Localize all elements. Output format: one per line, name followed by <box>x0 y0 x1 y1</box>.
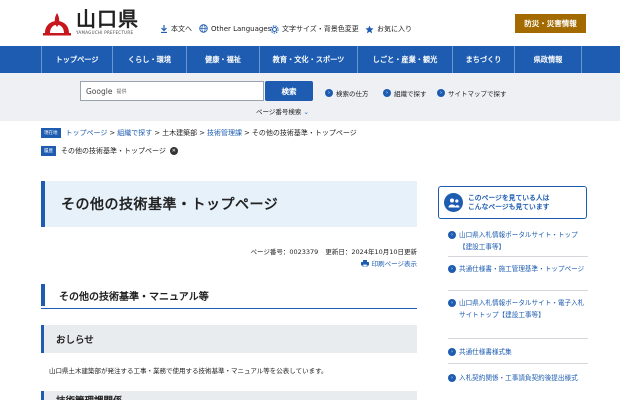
related-page-link[interactable]: 共通仕様書・施工管理基準・トップページ <box>459 263 584 275</box>
related-page-link[interactable]: 山口県入札情報ポータルサイト・電子入札サイトトップ【建設工事等】 <box>459 297 588 321</box>
breadcrumb-separator: > <box>199 129 205 137</box>
favorites-label: お気に入り <box>377 25 412 33</box>
gnav-item-health[interactable]: 健康・福祉 <box>187 46 260 73</box>
breadcrumb-separator: > <box>109 129 116 137</box>
arrow-right-icon: › <box>448 348 456 356</box>
related-page-item[interactable]: › 入札契約関係・工事請負契約後提出様式 <box>448 372 588 384</box>
arrow-right-icon: › <box>325 89 333 97</box>
updated-date: 更新日：2024年10月10日更新 <box>325 248 417 256</box>
text-size-background-link[interactable]: 文字サイズ・背景色変更 <box>270 24 359 34</box>
gnav-item-top[interactable]: トップページ <box>41 46 113 73</box>
print-view-label: 印刷ページ表示 <box>371 260 417 268</box>
technical-management-heading: 技術管理課関係 <box>41 391 417 400</box>
related-page-item[interactable]: › 共通仕様書・施工管理基準・トップページ <box>448 263 588 275</box>
people-icon <box>444 193 463 212</box>
section-heading: その他の技術基準・マニュアル等 <box>41 284 417 306</box>
arrow-right-icon: › <box>448 231 456 239</box>
search-by-sitemap-label: サイトマップで探す <box>448 90 507 98</box>
breadcrumb-separator: > <box>154 129 161 137</box>
notice-heading: おしらせ <box>41 325 417 353</box>
search-help-link[interactable]: › 検索の仕方 <box>325 88 369 98</box>
breadcrumb-item-top[interactable]: トップページ <box>66 128 108 138</box>
gear-icon <box>270 24 279 34</box>
search-brand: Google <box>86 86 113 96</box>
favorites-link[interactable]: お気に入り <box>365 24 412 34</box>
related-page-item[interactable]: › 共通仕様書様式集 <box>448 346 588 358</box>
page-number-search-label: ページ番号検索 <box>256 108 302 116</box>
search-by-sitemap-link[interactable]: › サイトマップで探す <box>437 88 507 98</box>
gnav-item-government[interactable]: 県政情報 <box>515 46 582 73</box>
related-page-link[interactable]: 山口県入札情報ポータルサイト・トップ【建設工事等】 <box>459 229 588 253</box>
page-meta: ページ番号：0023379 更新日：2024年10月10日更新 <box>251 246 418 256</box>
breadcrumb-item-organization[interactable]: 組織で探す <box>117 128 152 138</box>
other-languages-label: Other Languages <box>211 24 272 33</box>
related-page-link[interactable]: 共通仕様書様式集 <box>459 346 512 358</box>
sidebar-divider <box>448 363 588 364</box>
sidebar-divider <box>448 338 588 339</box>
prefecture-emblem-icon <box>43 13 71 36</box>
globe-icon <box>199 24 208 33</box>
page-title: その他の技術基準・トップページ <box>61 197 279 213</box>
sidebar-divider <box>448 256 588 257</box>
history-tag: 履歴 <box>41 146 56 156</box>
related-page-item[interactable]: › 山口県入札情報ポータルサイト・トップ【建設工事等】 <box>448 229 588 253</box>
arrow-right-icon: › <box>448 265 456 273</box>
related-page-item[interactable]: › 山口県入札情報ポータルサイト・電子入札サイトトップ【建設工事等】 <box>448 297 588 321</box>
chevron-down-icon: ⌄ <box>303 108 309 116</box>
arrow-right-icon: › <box>448 299 456 307</box>
site-header: 山口県 YAMAGUCHI PREFECTURE 本文へ Other Langu… <box>0 0 620 46</box>
skip-to-content-label: 本文へ <box>171 25 192 33</box>
gnav-item-education[interactable]: 教育・文化・スポーツ <box>260 46 358 73</box>
breadcrumb-tag: 現在地 <box>41 128 61 138</box>
gnav-item-town[interactable]: まちづくり <box>453 46 515 73</box>
search-button[interactable]: 検索 <box>265 81 313 101</box>
history-item[interactable]: その他の技術基準・トップページ <box>61 146 166 156</box>
disaster-info-button[interactable]: 防災・災害情報 <box>515 14 586 33</box>
arrow-right-icon: › <box>437 89 445 97</box>
search-brand-sub: 提供 <box>116 88 127 95</box>
gnav-item-work[interactable]: しごと・産業・観光 <box>358 46 453 73</box>
related-pages-title-line2: こんなページも見ています <box>468 202 550 211</box>
page-number-search-toggle[interactable]: ページ番号検索 ⌄ <box>256 106 309 116</box>
print-view-link[interactable]: 印刷ページ表示 <box>360 258 417 268</box>
breadcrumb: 現在地 トップページ > 組織で探す > 土木建築部 > 技術管理課 > その他… <box>41 128 357 138</box>
arrow-right-icon: › <box>383 89 391 97</box>
notice-text: 山口県土木建築部が発注する工事・業務で使用する技術基準・マニュアル等を公表してい… <box>49 367 328 375</box>
gnav-item-living[interactable]: くらし・環境 <box>113 46 187 73</box>
other-languages-link[interactable]: Other Languages <box>199 24 271 33</box>
logo-subtitle: YAMAGUCHI PREFECTURE <box>76 30 134 35</box>
printer-icon <box>360 259 369 267</box>
page-number: ページ番号：0023379 <box>250 248 319 256</box>
breadcrumb-item-department[interactable]: 土木建築部 <box>162 128 197 138</box>
search-area: Google 提供 検索 ページ番号検索 ⌄ › 検索の仕方 › 組織で探す ›… <box>0 73 620 121</box>
section-divider <box>41 308 417 309</box>
text-size-background-label: 文字サイズ・背景色変更 <box>282 25 359 33</box>
search-by-organization-link[interactable]: › 組織で探す <box>383 88 427 98</box>
download-arrow-icon <box>161 25 167 33</box>
skip-to-content-link[interactable]: 本文へ <box>160 24 192 34</box>
search-by-organization-label: 組織で探す <box>394 90 427 98</box>
sidebar-divider <box>448 290 588 291</box>
history-row: 履歴 その他の技術基準・トップページ ✕ <box>41 146 178 156</box>
page-title-box: その他の技術基準・トップページ <box>41 181 417 227</box>
breadcrumb-separator: > <box>244 129 250 137</box>
related-pages-title-line1: このページを見ている人は <box>468 193 550 202</box>
breadcrumb-item-current: その他の技術基準・トップページ <box>251 129 357 137</box>
star-icon <box>365 24 374 33</box>
close-icon[interactable]: ✕ <box>169 147 178 155</box>
search-help-label: 検索の仕方 <box>336 90 369 98</box>
site-logo[interactable]: 山口県 YAMAGUCHI PREFECTURE <box>42 9 139 36</box>
arrow-right-icon: › <box>448 374 456 382</box>
breadcrumb-item-division[interactable]: 技術管理課 <box>207 128 242 138</box>
logo-title: 山口県 <box>76 7 139 31</box>
global-nav: トップページ くらし・環境 健康・福祉 教育・文化・スポーツ しごと・産業・観光… <box>0 46 620 73</box>
related-page-link[interactable]: 入札契約関係・工事請負契約後提出様式 <box>459 372 578 384</box>
related-pages-header: このページを見ている人は こんなページも見ています <box>438 186 587 219</box>
search-input[interactable]: Google 提供 <box>80 81 264 101</box>
